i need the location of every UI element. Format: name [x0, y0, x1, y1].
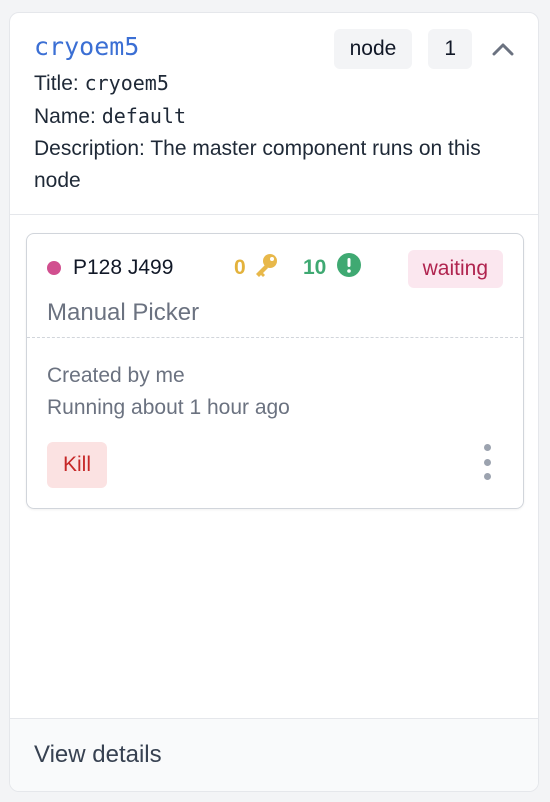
job-count-badge: 1 [428, 29, 472, 69]
alert-count: 10 [303, 252, 362, 284]
card-footer: View details [10, 718, 538, 791]
title-label: Title: [34, 72, 79, 95]
node-header: cryoem5 node 1 Title: cryoem5 Name: defa… [10, 13, 538, 215]
name-label: Name: [34, 105, 96, 128]
chevron-up-icon[interactable] [488, 34, 518, 64]
node-description: Description: The master component runs o… [34, 133, 514, 197]
node-name-line: Name: default [34, 100, 514, 133]
job-list: P128 J499 0 10 waiting Manual Picker Cre… [10, 215, 538, 719]
job-name: Manual Picker [47, 299, 200, 326]
job-card[interactable]: P128 J499 0 10 waiting Manual Picker Cre… [26, 233, 524, 509]
key-count: 0 [234, 252, 280, 284]
job-card-body: Created by me Running about 1 hour ago K… [27, 338, 523, 508]
kill-button[interactable]: Kill [47, 442, 108, 488]
node-title-line: Title: cryoem5 [34, 67, 514, 100]
status-badge: waiting [407, 250, 503, 288]
name-value: default [101, 104, 186, 128]
view-details-link[interactable]: View details [34, 741, 162, 769]
key-count-value: 0 [234, 256, 246, 279]
header-badges: node 1 [333, 29, 518, 69]
job-running-time: Running about 1 hour ago [47, 396, 290, 419]
description-label: Description: [34, 137, 145, 160]
node-card: cryoem5 node 1 Title: cryoem5 Name: defa… [9, 12, 539, 792]
node-name-link[interactable]: cryoem5 [34, 31, 139, 63]
exclamation-circle-icon [336, 252, 362, 284]
kebab-menu-icon[interactable] [477, 444, 497, 480]
node-type-badge: node [333, 29, 413, 69]
job-created: Created by me [47, 364, 185, 387]
alert-count-value: 10 [303, 256, 327, 279]
key-icon [252, 251, 280, 285]
job-card-header: P128 J499 0 10 waiting Manual Picker [27, 234, 523, 338]
title-value: cryoem5 [84, 71, 169, 95]
status-dot [47, 261, 61, 275]
job-id[interactable]: P128 J499 [73, 256, 173, 280]
